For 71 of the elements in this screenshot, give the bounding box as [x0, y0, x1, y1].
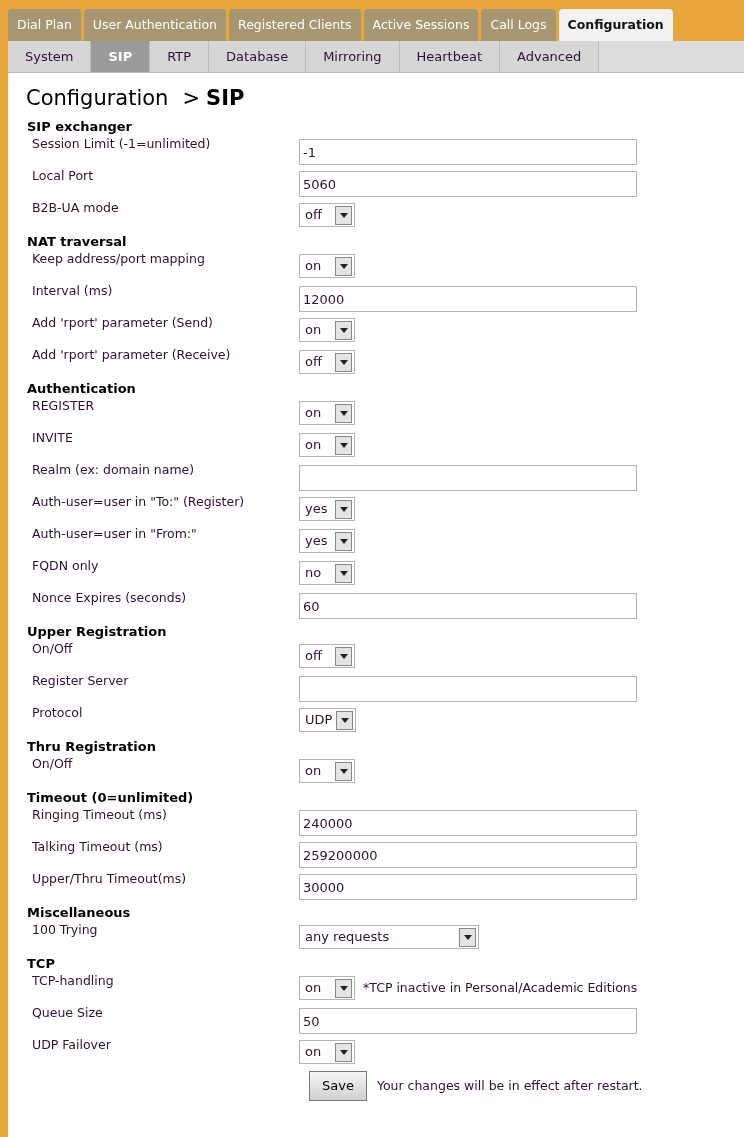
text-field[interactable]	[299, 676, 637, 702]
breadcrumb-separator: >	[182, 85, 201, 112]
text-field[interactable]: 259200000	[299, 842, 637, 868]
section-heading: NAT traversal	[27, 233, 128, 251]
field-label: Local Port	[31, 168, 95, 184]
field-label: UDP Failover	[31, 1037, 112, 1053]
dropdown[interactable]: on	[299, 318, 355, 342]
sub-tab[interactable]: Database	[209, 41, 307, 72]
text-field[interactable]	[299, 465, 637, 491]
section-heading: Miscellaneous	[27, 904, 132, 922]
dropdown[interactable]: off	[299, 350, 355, 374]
section-heading: Upper Registration	[27, 623, 168, 641]
text-field[interactable]: -1	[299, 139, 637, 165]
field-label: Upper/Thru Timeout(ms)	[31, 871, 188, 887]
sub-tab[interactable]: RTP	[150, 41, 210, 72]
dropdown[interactable]: yes	[299, 529, 355, 553]
field-label: Keep address/port mapping	[31, 251, 206, 267]
field-label: TCP-handling	[31, 973, 115, 989]
text-field[interactable]: 60	[299, 593, 637, 619]
field-label: INVITE	[31, 430, 74, 446]
field-label: Auth-user=user in "From:"	[31, 526, 198, 542]
restart-note: Your changes will be in effect after restart.	[376, 1076, 643, 1095]
field-label: Nonce Expires (seconds)	[31, 590, 188, 606]
save-button[interactable]: Save	[309, 1071, 367, 1101]
field-label: Realm (ex: domain name)	[31, 462, 196, 478]
field-label: Ringing Timeout (ms)	[31, 807, 168, 823]
dropdown[interactable]: UDP	[299, 708, 357, 732]
field-label: Add 'rport' parameter (Send)	[31, 315, 214, 331]
field-label: 100 Trying	[31, 922, 99, 938]
text-field[interactable]: 30000	[299, 874, 637, 900]
section-heading: Timeout (0=unlimited)	[27, 789, 195, 807]
dropdown[interactable]: any requests	[299, 925, 479, 949]
sub-tab[interactable]: Advanced	[500, 41, 600, 72]
dropdown[interactable]: no	[299, 561, 355, 585]
breadcrumb-parent[interactable]: Configuration	[26, 83, 169, 115]
dropdown[interactable]: on	[299, 433, 355, 457]
section-heading: SIP exchanger	[27, 118, 133, 136]
sub-tab[interactable]: Mirroring	[306, 41, 400, 72]
sub-tab[interactable]: System	[8, 41, 92, 72]
field-label: Queue Size	[31, 1005, 104, 1021]
text-field[interactable]: 50	[299, 1008, 637, 1034]
field-label: Session Limit (-1=unlimited)	[31, 136, 212, 152]
text-field[interactable]: 5060	[299, 171, 637, 197]
field-label: B2B-UA mode	[31, 200, 120, 216]
dropdown[interactable]: on	[299, 976, 355, 1000]
field-label: Add 'rport' parameter (Receive)	[31, 347, 232, 363]
field-label: On/Off	[31, 756, 74, 772]
note-text: *TCP inactive in Personal/Academic Editions	[363, 978, 638, 997]
section-heading: Authentication	[27, 380, 137, 398]
field-label: Interval (ms)	[31, 283, 114, 299]
section-heading: Thru Registration	[27, 738, 157, 756]
field-label: Protocol	[31, 705, 84, 721]
dropdown[interactable]: off	[299, 644, 355, 668]
text-field[interactable]: 240000	[299, 810, 637, 836]
tab[interactable]: Configuration	[558, 9, 673, 41]
field-label: FQDN only	[31, 558, 100, 574]
section-heading: TCP	[27, 955, 56, 973]
page-title: SIP	[206, 85, 245, 112]
field-label: Register Server	[31, 673, 130, 689]
dropdown[interactable]: off	[299, 203, 355, 227]
field-label: Talking Timeout (ms)	[31, 839, 164, 855]
field-label: Auth-user=user in "To:" (Register)	[31, 494, 246, 510]
dropdown[interactable]: on	[299, 759, 355, 783]
text-field[interactable]: 12000	[299, 286, 637, 312]
dropdown[interactable]: on	[299, 254, 355, 278]
dropdown[interactable]: on	[299, 401, 355, 425]
dropdown[interactable]: on	[299, 1040, 355, 1064]
dropdown[interactable]: yes	[299, 497, 355, 521]
field-label: On/Off	[31, 641, 74, 657]
field-label: REGISTER	[31, 398, 96, 414]
sub-tab[interactable]: Heartbeat	[399, 41, 501, 72]
